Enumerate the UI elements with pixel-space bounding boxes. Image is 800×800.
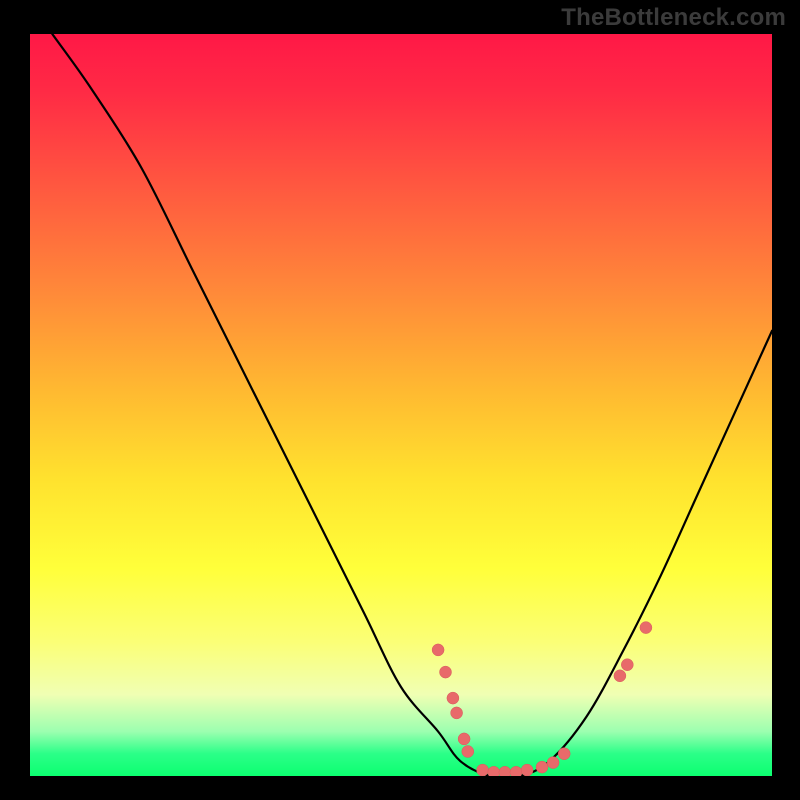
curve-svg <box>30 34 772 776</box>
data-point <box>462 746 474 758</box>
data-point <box>432 644 444 656</box>
data-point <box>447 692 459 704</box>
data-point <box>440 666 452 678</box>
chart-frame: TheBottleneck.com <box>0 0 800 800</box>
data-point <box>488 766 500 776</box>
watermark-text: TheBottleneck.com <box>561 4 786 32</box>
data-point <box>558 748 570 760</box>
data-point <box>614 670 626 682</box>
data-point <box>521 764 533 776</box>
data-point <box>451 707 463 719</box>
data-point <box>536 761 548 773</box>
data-point <box>510 766 522 776</box>
bottleneck-curve <box>52 34 772 776</box>
plot-area <box>30 34 772 776</box>
data-point <box>477 764 489 776</box>
data-point <box>640 622 652 634</box>
data-points-group <box>432 622 652 776</box>
data-point <box>458 733 470 745</box>
data-point <box>499 766 511 776</box>
data-point <box>547 757 559 769</box>
data-point <box>621 659 633 671</box>
